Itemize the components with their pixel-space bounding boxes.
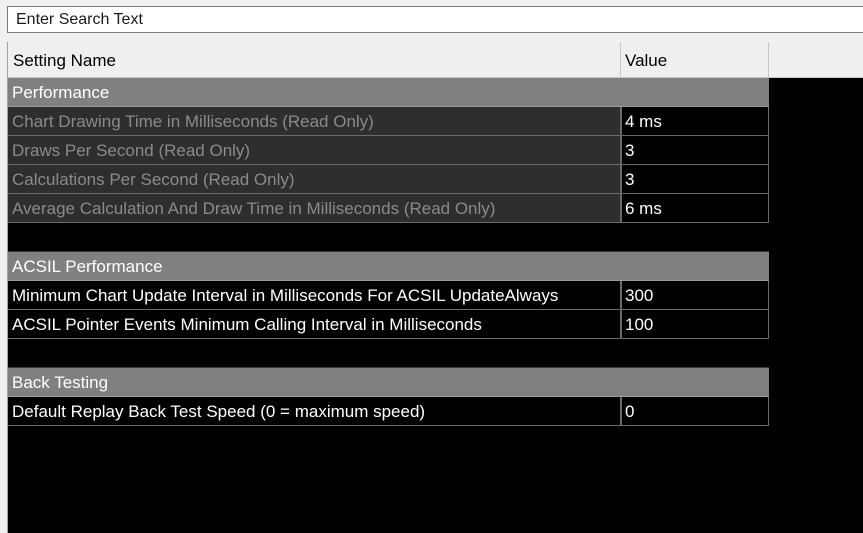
setting-row[interactable]: Chart Drawing Time in Milliseconds (Read… (8, 107, 863, 136)
setting-name: Default Replay Back Test Speed (0 = maxi… (8, 397, 621, 426)
grid-header: Setting Name Value (8, 42, 863, 78)
group-spacer (8, 339, 769, 368)
setting-name: Calculations Per Second (Read Only) (8, 165, 621, 194)
group-title: Performance (8, 78, 769, 107)
setting-name: Average Calculation And Draw Time in Mil… (8, 194, 621, 223)
column-header-value[interactable]: Value (621, 42, 769, 77)
setting-row[interactable]: Average Calculation And Draw Time in Mil… (8, 194, 863, 223)
search-input[interactable] (7, 6, 863, 33)
group-header-performance[interactable]: Performance (8, 78, 863, 107)
setting-value: 3 (621, 136, 769, 165)
group-title: Back Testing (8, 368, 769, 397)
setting-value: 4 ms (621, 107, 769, 136)
setting-value-field[interactable]: 0 (621, 397, 769, 426)
setting-value: 6 ms (621, 194, 769, 223)
setting-row[interactable]: Minimum Chart Update Interval in Millise… (8, 281, 863, 310)
group-header-acsil-performance[interactable]: ACSIL Performance (8, 252, 863, 281)
settings-grid: Setting Name Value Performance Chart Dra… (7, 42, 863, 533)
setting-row[interactable]: Draws Per Second (Read Only) 3 (8, 136, 863, 165)
setting-row[interactable]: ACSIL Pointer Events Minimum Calling Int… (8, 310, 863, 339)
setting-value-field[interactable]: 300 (621, 281, 769, 310)
setting-name: Draws Per Second (Read Only) (8, 136, 621, 165)
setting-value: 3 (621, 165, 769, 194)
setting-row[interactable]: Calculations Per Second (Read Only) 3 (8, 165, 863, 194)
setting-value-field[interactable]: 100 (621, 310, 769, 339)
setting-name: Chart Drawing Time in Milliseconds (Read… (8, 107, 621, 136)
setting-name: Minimum Chart Update Interval in Millise… (8, 281, 621, 310)
group-header-back-testing[interactable]: Back Testing (8, 368, 863, 397)
settings-window: Setting Name Value Performance Chart Dra… (0, 0, 863, 533)
column-header-setting-name[interactable]: Setting Name (8, 42, 621, 77)
column-header-empty (769, 42, 863, 77)
setting-name: ACSIL Pointer Events Minimum Calling Int… (8, 310, 621, 339)
setting-row[interactable]: Default Replay Back Test Speed (0 = maxi… (8, 397, 863, 426)
group-title: ACSIL Performance (8, 252, 769, 281)
group-spacer (8, 223, 769, 252)
